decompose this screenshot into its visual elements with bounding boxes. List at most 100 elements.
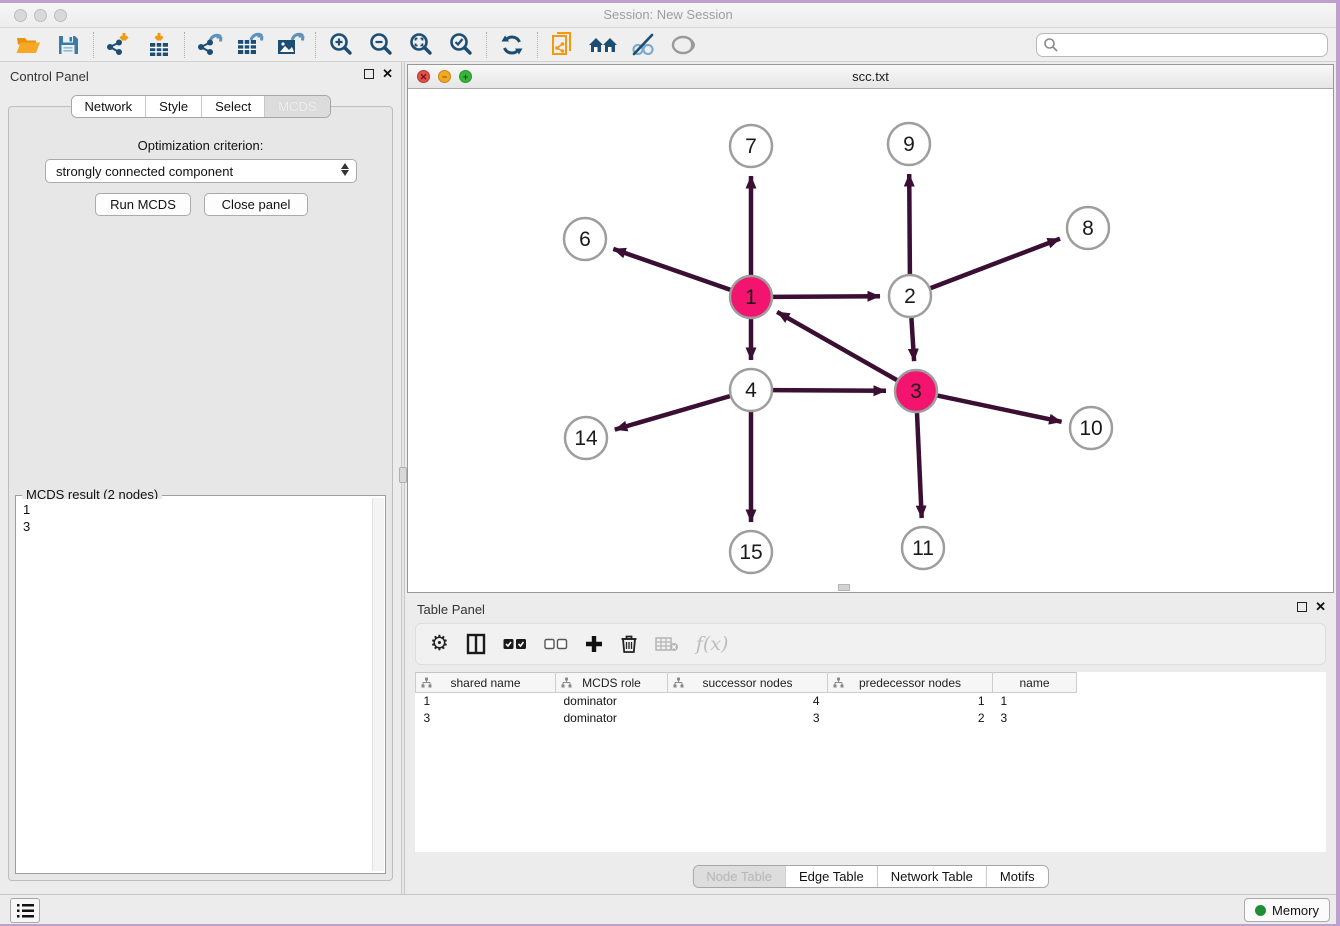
close-panel-button[interactable]: Close panel: [204, 193, 308, 216]
edge-3-10[interactable]: [938, 396, 1062, 422]
node-table-grid[interactable]: shared nameMCDS rolesuccessor nodesprede…: [415, 672, 1077, 727]
svg-text:7: 7: [745, 135, 757, 158]
node-14[interactable]: 14: [565, 417, 607, 459]
close-panel-icon[interactable]: ✕: [382, 69, 393, 79]
node-1[interactable]: 1: [730, 276, 772, 318]
node-9[interactable]: 9: [888, 123, 930, 165]
fx-icon[interactable]: f(x): [696, 633, 729, 655]
svg-text:9: 9: [903, 133, 915, 156]
svg-text:11: 11: [912, 537, 934, 560]
node-3[interactable]: 3: [895, 370, 937, 412]
column-header-MCDS-role[interactable]: MCDS role: [556, 673, 668, 693]
save-session-icon[interactable]: [48, 30, 88, 60]
cell[interactable]: 4: [668, 693, 828, 710]
close-table-panel-icon[interactable]: ✕: [1315, 602, 1326, 612]
export-image-icon[interactable]: [270, 30, 310, 60]
cell[interactable]: 2: [828, 710, 993, 727]
edge-2-3[interactable]: [911, 318, 914, 361]
vertical-splitter[interactable]: [401, 62, 405, 894]
cell[interactable]: 3: [416, 710, 556, 727]
glasses-slash-icon[interactable]: [623, 30, 663, 60]
plus-icon[interactable]: [585, 635, 603, 653]
tab-mcds[interactable]: MCDS: [264, 96, 329, 117]
import-network-icon[interactable]: [99, 30, 139, 60]
canvas-resize-handle[interactable]: [838, 584, 850, 591]
table-toolbar: ⚙: [415, 623, 1326, 665]
settings-icon[interactable]: ⚙: [430, 634, 449, 654]
svg-text:3: 3: [910, 380, 922, 403]
tab-style[interactable]: Style: [145, 96, 201, 117]
edge-4-3[interactable]: [773, 390, 886, 391]
trash-icon[interactable]: [620, 634, 638, 654]
edge-3-11[interactable]: [917, 413, 922, 518]
houses-icon[interactable]: [583, 30, 623, 60]
column-header-successor-nodes[interactable]: successor nodes: [668, 673, 828, 693]
column-header-predecessor-nodes[interactable]: predecessor nodes: [828, 673, 993, 693]
network-window-titlebar[interactable]: ✕ − + scc.txt: [408, 65, 1333, 89]
tab-node-table[interactable]: Node Table: [693, 866, 785, 887]
zoom-fit-icon[interactable]: [401, 30, 441, 60]
zoom-in-icon[interactable]: [321, 30, 361, 60]
edge-1-2[interactable]: [773, 296, 880, 297]
memory-button[interactable]: Memory: [1244, 898, 1330, 922]
node-6[interactable]: 6: [564, 218, 606, 260]
copy-network-icon[interactable]: [543, 30, 583, 60]
run-mcds-button[interactable]: Run MCDS: [95, 193, 191, 216]
column-header-shared-name[interactable]: shared name: [416, 673, 556, 693]
node-10[interactable]: 10: [1070, 407, 1112, 449]
float-table-panel-icon[interactable]: [1297, 602, 1307, 612]
mcds-result-box: MCDS result (2 nodes) 1 3: [15, 495, 386, 874]
table-panel-header: Table Panel ✕: [407, 595, 1334, 623]
unchecked-boxes-icon[interactable]: [544, 638, 568, 650]
criterion-select[interactable]: strongly connected component: [45, 159, 357, 183]
result-scrollbar[interactable]: [372, 498, 384, 871]
node-11[interactable]: 11: [902, 527, 944, 569]
export-network-icon[interactable]: [190, 30, 230, 60]
zoom-out-icon[interactable]: [361, 30, 401, 60]
node-7[interactable]: 7: [730, 125, 772, 167]
mcds-result-text[interactable]: 1 3: [18, 499, 371, 871]
column-header-name[interactable]: name: [993, 673, 1077, 693]
node-8[interactable]: 8: [1067, 207, 1109, 249]
column-icon[interactable]: [466, 633, 486, 655]
cell[interactable]: dominator: [556, 710, 668, 727]
checked-boxes-icon[interactable]: [503, 638, 527, 650]
table-row[interactable]: 1dominator411: [416, 693, 1077, 710]
app-window: Session: New Session: [0, 3, 1336, 924]
cell[interactable]: 3: [668, 710, 828, 727]
node-2[interactable]: 2: [889, 275, 931, 317]
cell[interactable]: 1: [993, 693, 1077, 710]
node-table: shared nameMCDS rolesuccessor nodesprede…: [415, 672, 1326, 852]
edge-2-9[interactable]: [909, 174, 910, 274]
eye-icon[interactable]: [663, 30, 703, 60]
tab-network-table[interactable]: Network Table: [877, 866, 986, 887]
import-table-icon[interactable]: [139, 30, 179, 60]
cell[interactable]: 3: [993, 710, 1077, 727]
tab-network[interactable]: Network: [71, 96, 145, 117]
splitter-handle[interactable]: [399, 467, 407, 483]
search-input[interactable]: [1036, 33, 1328, 57]
cell[interactable]: 1: [828, 693, 993, 710]
cell[interactable]: 1: [416, 693, 556, 710]
cell[interactable]: dominator: [556, 693, 668, 710]
edge-4-14[interactable]: [615, 396, 730, 430]
open-session-icon[interactable]: [8, 30, 48, 60]
network-canvas[interactable]: 7 9 6 8 1 2 4 3 14 10 15 11: [408, 89, 1333, 592]
export-table-icon[interactable]: [230, 30, 270, 60]
tab-motifs[interactable]: Motifs: [986, 866, 1048, 887]
edge-3-1[interactable]: [777, 312, 897, 380]
table-panel-title: Table Panel: [417, 602, 485, 617]
edge-1-6[interactable]: [613, 249, 730, 290]
node-4[interactable]: 4: [730, 369, 772, 411]
node-15[interactable]: 15: [730, 531, 772, 573]
zoom-selected-icon[interactable]: [441, 30, 481, 60]
delete-table-icon[interactable]: [655, 636, 679, 652]
task-history-button[interactable]: [10, 898, 40, 923]
tab-edge-table[interactable]: Edge Table: [785, 866, 877, 887]
svg-text:15: 15: [739, 541, 762, 564]
table-row[interactable]: 3dominator323: [416, 710, 1077, 727]
refresh-icon[interactable]: [492, 30, 532, 60]
edge-2-8[interactable]: [931, 239, 1060, 288]
tab-select[interactable]: Select: [201, 96, 264, 117]
float-panel-icon[interactable]: [364, 69, 374, 79]
